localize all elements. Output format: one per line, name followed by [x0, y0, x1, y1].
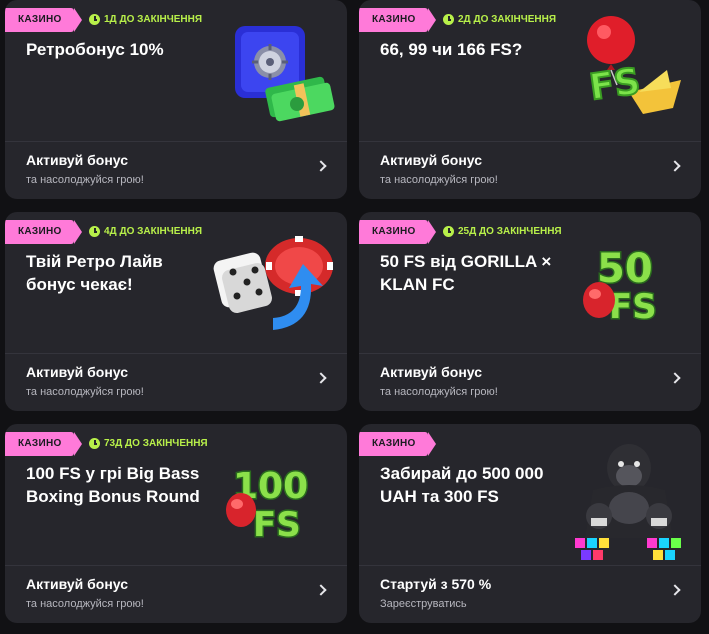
card-divider: [5, 565, 347, 566]
bonus-card-50-fs-gorilla[interactable]: КАЗИНО 25Д ДО ЗАКІНЧЕННЯ 50 FS від GORIL…: [359, 212, 701, 411]
enjoy-game-label: та насолоджуйся грою!: [380, 386, 498, 398]
casino-badge: КАЗИНО: [359, 220, 436, 244]
dice-chip-arrow-icon: [213, 236, 333, 330]
bonus-card-welcome[interactable]: КАЗИНО Забирай до 500 000 UAH та 300 FS: [359, 424, 701, 623]
card-top: КАЗИНО Забирай до 500 000 UAH та 300 FS: [359, 424, 701, 566]
bonus-card-100-fs-big-bass[interactable]: КАЗИНО 73Д ДО ЗАКІНЧЕННЯ 100 FS у грі Bi…: [5, 424, 347, 623]
balloon-fs-boat-icon: FS: [586, 16, 681, 114]
expiry-timer: 4Д ДО ЗАКІНЧЕННЯ: [89, 226, 202, 237]
100-fs-boxing-glove-icon: 100 FS: [226, 465, 310, 547]
enjoy-game-label: та насолоджуйся грою!: [26, 598, 144, 610]
chevron-right-icon[interactable]: [669, 160, 681, 172]
timer-text: 73Д ДО ЗАКІНЧЕННЯ: [104, 438, 208, 449]
timer-text: 1Д ДО ЗАКІНЧЕННЯ: [104, 14, 203, 25]
bonus-title: 66, 99 чи 166 FS?: [380, 40, 523, 59]
casino-badge: КАЗИНО: [359, 432, 436, 456]
card-top: КАЗИНО 73Д ДО ЗАКІНЧЕННЯ 100 FS у грі Bi…: [5, 424, 347, 566]
50-fs-boxing-glove-icon: 50 FS: [583, 245, 658, 329]
activate-bonus-label[interactable]: Активуй бонус: [26, 152, 128, 168]
register-label[interactable]: Зареєструватись: [380, 598, 467, 610]
activate-bonus-label[interactable]: Активуй бонус: [380, 152, 482, 168]
chevron-right-icon[interactable]: [315, 584, 327, 596]
activate-bonus-label[interactable]: Активуй бонус: [380, 364, 482, 380]
chevron-right-icon[interactable]: [315, 160, 327, 172]
bonus-card-retro-live[interactable]: КАЗИНО 4Д ДО ЗАКІНЧЕННЯ Твій Ретро Лайв …: [5, 212, 347, 411]
card-divider: [5, 141, 347, 142]
clock-icon: [89, 14, 100, 25]
expiry-timer: 2Д ДО ЗАКІНЧЕННЯ: [443, 14, 556, 25]
expiry-timer: 1Д ДО ЗАКІНЧЕННЯ: [89, 14, 202, 25]
timer-text: 25Д ДО ЗАКІНЧЕННЯ: [458, 226, 562, 237]
clock-icon: [443, 226, 454, 237]
card-divider: [359, 565, 701, 566]
card-top: КАЗИНО 2Д ДО ЗАКІНЧЕННЯ 66, 99 чи 166 FS…: [359, 0, 701, 142]
safe-with-cash-icon: [235, 26, 335, 122]
clock-icon: [89, 226, 100, 237]
bonus-title: Твій Ретро Лайв бонус чекає!: [26, 252, 163, 294]
art-fs: FS: [609, 287, 657, 327]
chevron-right-icon[interactable]: [669, 584, 681, 596]
bonus-title: 100 FS у грі Big Bass Boxing Bonus Round: [26, 464, 200, 506]
enjoy-game-label: та насолоджуйся грою!: [380, 174, 498, 186]
fs-art-text: FS: [587, 61, 643, 109]
casino-badge: КАЗИНО: [5, 8, 82, 32]
card-divider: [359, 141, 701, 142]
timer-text: 2Д ДО ЗАКІНЧЕННЯ: [458, 14, 557, 25]
enjoy-game-label: та насолоджуйся грою!: [26, 386, 144, 398]
casino-badge: КАЗИНО: [5, 432, 82, 456]
chevron-right-icon[interactable]: [669, 372, 681, 384]
card-top: КАЗИНО 1Д ДО ЗАКІНЧЕННЯ Ретробонус 10%: [5, 0, 347, 142]
bonus-title: 50 FS від GORILLA × KLAN FC: [380, 252, 552, 294]
bonus-card-66-99-166-fs[interactable]: КАЗИНО 2Д ДО ЗАКІНЧЕННЯ 66, 99 чи 166 FS…: [359, 0, 701, 199]
card-divider: [5, 353, 347, 354]
bonus-title: Забирай до 500 000 UAH та 300 FS: [380, 464, 544, 506]
gorilla-boxer-icon: [575, 444, 681, 560]
expiry-timer: 73Д ДО ЗАКІНЧЕННЯ: [89, 438, 208, 449]
activate-bonus-label[interactable]: Активуй бонус: [26, 576, 128, 592]
card-divider: [359, 353, 701, 354]
enjoy-game-label: та насолоджуйся грою!: [26, 174, 144, 186]
chevron-right-icon[interactable]: [315, 372, 327, 384]
card-top: КАЗИНО 25Д ДО ЗАКІНЧЕННЯ 50 FS від GORIL…: [359, 212, 701, 354]
casino-badge: КАЗИНО: [359, 8, 436, 32]
expiry-timer: 25Д ДО ЗАКІНЧЕННЯ: [443, 226, 562, 237]
activate-bonus-label[interactable]: Активуй бонус: [26, 364, 128, 380]
clock-icon: [443, 14, 454, 25]
bonus-card-retrobonus[interactable]: КАЗИНО 1Д ДО ЗАКІНЧЕННЯ Ретробонус 10% А…: [5, 0, 347, 199]
bonus-title: Ретробонус 10%: [26, 40, 164, 59]
art-fs: FS: [253, 505, 301, 545]
clock-icon: [89, 438, 100, 449]
timer-text: 4Д ДО ЗАКІНЧЕННЯ: [104, 226, 203, 237]
casino-badge: КАЗИНО: [5, 220, 82, 244]
card-top: КАЗИНО 4Д ДО ЗАКІНЧЕННЯ Твій Ретро Лайв …: [5, 212, 347, 354]
start-bonus-label[interactable]: Стартуй з 570 %: [380, 576, 491, 592]
